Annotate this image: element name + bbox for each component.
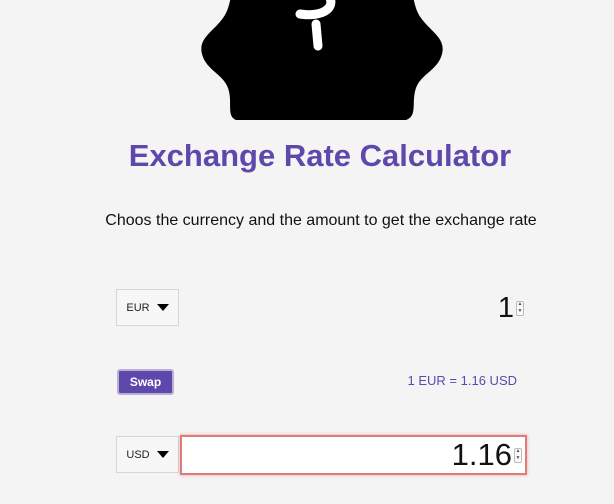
amount-two-input[interactable]: 1.16 ▲ ▼ [180, 435, 527, 475]
dollar-badge-icon [201, 0, 443, 120]
caret-down-icon [156, 451, 169, 458]
amount-two-value: 1.16 [451, 437, 512, 472]
swap-button[interactable]: Swap [117, 369, 174, 395]
amount-one-value: 1 [497, 291, 514, 324]
caret-down-icon [156, 304, 169, 311]
currency-one-value: EUR [126, 301, 150, 314]
currency-two-select[interactable]: USD [116, 436, 179, 473]
number-spinner-icon[interactable]: ▲ ▼ [516, 300, 524, 316]
amount-one-input[interactable]: 1 ▲ ▼ [180, 290, 527, 326]
page-subtitle: Choos the currency and the amount to get… [105, 212, 537, 229]
number-spinner-icon[interactable]: ▲ ▼ [514, 447, 522, 463]
exchange-rate-text: 1 EUR = 1.16 USD [407, 373, 517, 388]
currency-one-select[interactable]: EUR [116, 289, 179, 326]
currency-two-value: USD [126, 448, 150, 461]
page-title: Exchange Rate Calculator [128, 138, 512, 173]
